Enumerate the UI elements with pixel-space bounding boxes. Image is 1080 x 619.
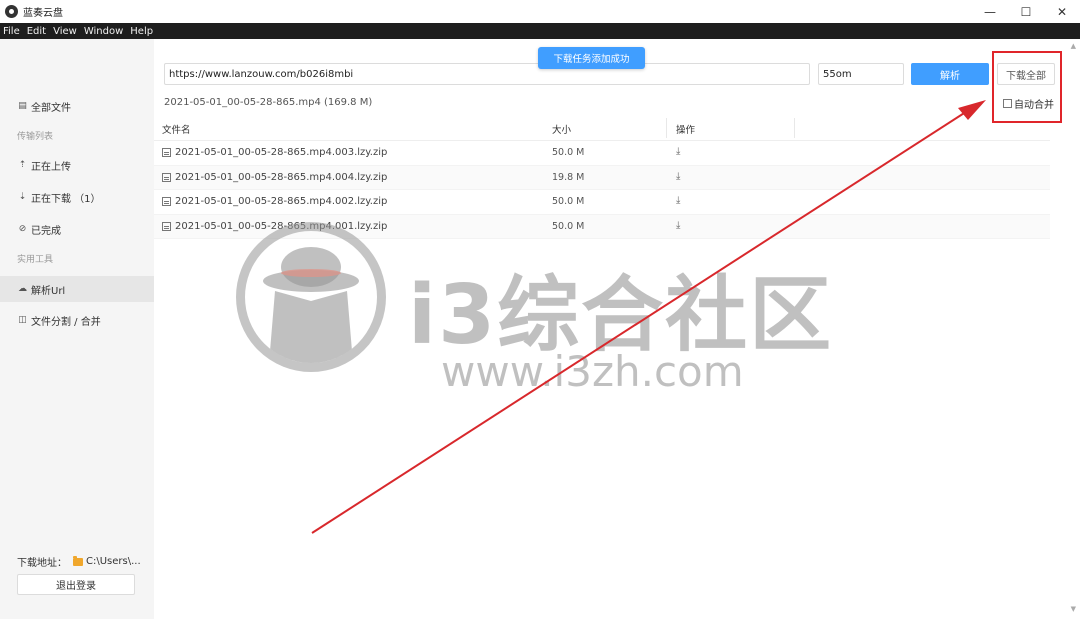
download-path-label: 下载地址： [17,558,67,569]
file-icon [162,197,171,206]
table-row: 2021-05-01_00-05-28-865.mp4.001.lzy.zip … [154,214,1050,239]
sidebar-item-label: 全部文件 [31,102,71,114]
file-info: 2021-05-01_00-05-28-865.mp4 (169.8 M) [164,97,373,108]
file-icon [162,221,171,231]
column-divider [666,118,667,138]
minimize-button[interactable]: — [972,0,1008,23]
sidebar: ▤ 全部文件 传输列表 ⇡ 正在上传 ⇣ 正在下载 （1） ⊘ 已完成 实用工具… [0,39,154,619]
file-name: 2021-05-01_00-05-28-865.mp4.004.lzy.zip [175,171,388,183]
download-icon[interactable]: ⤓ [676,220,680,231]
logout-button[interactable]: 退出登录 [17,574,135,595]
scrollbar[interactable]: ▲ ▼ [1053,39,1080,619]
sidebar-item-label: 已完成 [31,225,61,237]
link-cloud-icon: ☁ [18,284,27,294]
sidebar-item-label: 解析Url [31,285,66,297]
menu-view[interactable]: View [50,26,81,37]
file-size: 19.8 M [552,171,585,183]
parse-button[interactable]: 解析 [911,63,989,85]
scroll-up-icon[interactable]: ▲ [1071,42,1076,50]
column-divider [794,118,795,138]
window-title: 蓝奏云盘 [23,8,63,19]
sidebar-item-split-merge[interactable]: ◫ 文件分割 / 合并 [0,307,154,333]
sidebar-item-label: 文件分割 / 合并 [31,316,101,328]
folder-icon [73,555,83,566]
sidebar-item-uploading[interactable]: ⇡ 正在上传 [0,152,154,178]
sidebar-item-downloading[interactable]: ⇣ 正在下载 （1） [0,184,154,210]
file-name: 2021-05-01_00-05-28-865.mp4.001.lzy.zip [175,220,388,232]
menu-bar: File Edit View Window Help [0,23,1080,39]
file-name: 2021-05-01_00-05-28-865.mp4.002.lzy.zip [175,196,388,207]
app-logo-icon [5,5,18,18]
header-size: 大小 [552,125,572,136]
file-name-cell: 2021-05-01_00-05-28-865.mp4.004.lzy.zip [162,172,387,183]
file-table: 文件名 大小 操作 2021-05-01_00-05-28-865.mp4.00… [154,115,1050,239]
sidebar-item-all-files[interactable]: ▤ 全部文件 [0,93,154,119]
download-icon: ⇣ [18,192,27,202]
sidebar-item-label: 正在下载 （1） [31,193,101,205]
annotation-highlight-box [992,51,1062,123]
check-circle-icon: ⊘ [18,224,27,234]
file-size: 50.0 M [552,147,585,158]
file-icon [162,172,171,182]
menu-window[interactable]: Window [81,26,127,37]
password-input[interactable]: 55om [818,63,904,85]
table-header: 文件名 大小 操作 [154,115,1050,141]
header-name: 文件名 [162,125,191,136]
title-bar: 蓝奏云盘 — ☐ ✕ [0,0,1080,23]
file-size: 50.0 M [552,220,585,232]
download-icon[interactable]: ⤓ [676,195,680,206]
scroll-down-icon[interactable]: ▼ [1071,605,1076,613]
section-tools: 实用工具 [17,255,54,265]
file-name-cell: 2021-05-01_00-05-28-865.mp4.002.lzy.zip [162,196,387,207]
download-path[interactable]: 下载地址： C:\Users\... [17,554,141,569]
menu-help[interactable]: Help [127,26,157,37]
table-row: 2021-05-01_00-05-28-865.mp4.002.lzy.zip … [154,190,1050,215]
download-path-value: C:\Users\... [86,556,141,567]
maximize-button[interactable]: ☐ [1008,0,1044,23]
file-name-cell: 2021-05-01_00-05-28-865.mp4.003.lzy.zip [162,147,387,158]
menu-file[interactable]: File [0,26,24,37]
toast-message: 下载任务添加成功 [538,47,645,69]
sidebar-item-completed[interactable]: ⊘ 已完成 [0,216,154,242]
menu-edit[interactable]: Edit [24,26,50,37]
main-panel: https://www.lanzouw.com/b026i8mbi 55om 解… [154,39,1080,619]
sidebar-item-parse-url[interactable]: ☁ 解析Url [0,276,154,302]
url-input[interactable]: https://www.lanzouw.com/b026i8mbi [164,63,810,85]
file-name-cell: 2021-05-01_00-05-28-865.mp4.001.lzy.zip [162,221,387,232]
header-op: 操作 [676,125,696,136]
file-icon [162,148,171,157]
file-list-icon: ▤ [18,101,27,111]
file-size: 50.0 M [552,196,585,207]
upload-icon: ⇡ [18,160,27,170]
download-icon[interactable]: ⤓ [676,146,680,157]
file-name: 2021-05-01_00-05-28-865.mp4.003.lzy.zip [175,147,388,158]
sidebar-item-label: 正在上传 [31,161,71,173]
download-icon[interactable]: ⤓ [676,171,680,182]
section-transfer: 传输列表 [17,132,54,142]
close-button[interactable]: ✕ [1044,0,1080,23]
split-icon: ◫ [18,315,27,325]
window-controls: — ☐ ✕ [972,0,1080,23]
table-row: 2021-05-01_00-05-28-865.mp4.004.lzy.zip … [154,165,1050,190]
table-row: 2021-05-01_00-05-28-865.mp4.003.lzy.zip … [154,141,1050,166]
